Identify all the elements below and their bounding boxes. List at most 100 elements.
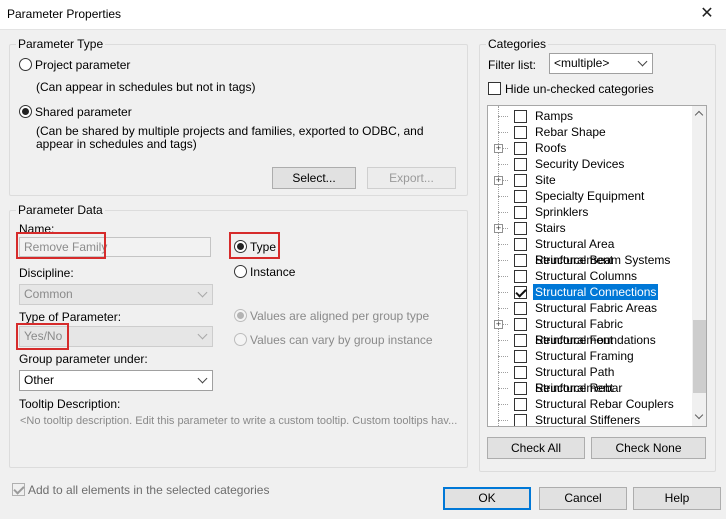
category-checkbox[interactable] <box>514 270 527 283</box>
category-label[interactable]: Structural Connections <box>533 284 659 300</box>
category-checkbox[interactable] <box>514 110 527 123</box>
vary-by-instance-label[interactable]: Values can vary by group instance <box>250 333 433 347</box>
expand-plus-icon[interactable]: + <box>494 320 503 329</box>
category-row[interactable]: Structural Columns <box>488 268 692 284</box>
category-row[interactable]: Structural Foundations <box>488 332 692 348</box>
cancel-button[interactable]: Cancel <box>539 487 627 510</box>
instance-radio[interactable] <box>234 265 247 278</box>
category-checkbox[interactable] <box>514 254 527 267</box>
categories-scrollbar[interactable] <box>692 106 706 426</box>
category-row[interactable]: Security Devices <box>488 156 692 172</box>
category-row[interactable]: Rebar Shape <box>488 124 692 140</box>
category-checkbox[interactable] <box>514 286 527 299</box>
filter-list-label: Filter list: <box>488 58 536 72</box>
tree-connector <box>498 340 508 341</box>
close-icon[interactable]: ✕ <box>695 4 719 24</box>
category-row[interactable]: + Roofs <box>488 140 692 156</box>
instance-radio-label[interactable]: Instance <box>250 265 295 279</box>
category-label[interactable]: Ramps <box>533 108 575 124</box>
tooltip-description-value[interactable]: <No tooltip description. Edit this param… <box>20 415 462 427</box>
aligned-per-group-label[interactable]: Values are aligned per group type <box>250 309 429 323</box>
category-label[interactable]: Roofs <box>533 140 568 156</box>
category-label[interactable]: Site <box>533 172 558 188</box>
category-checkbox[interactable] <box>514 142 527 155</box>
add-to-all-checkbox[interactable] <box>12 483 25 496</box>
expand-plus-icon[interactable]: + <box>494 176 503 185</box>
add-to-all-label[interactable]: Add to all elements in the selected cate… <box>28 483 269 497</box>
category-label[interactable]: Sprinklers <box>533 204 590 220</box>
category-label[interactable]: Structural Rebar Couplers <box>533 396 676 412</box>
aligned-per-group-radio[interactable] <box>234 309 247 322</box>
project-parameter-label[interactable]: Project parameter <box>35 58 130 72</box>
chevron-down-icon <box>197 329 208 340</box>
hide-unchecked-checkbox[interactable] <box>488 82 501 95</box>
tree-connector <box>498 212 508 213</box>
category-checkbox[interactable] <box>514 174 527 187</box>
category-label[interactable]: Structural Rebar <box>533 380 624 396</box>
category-row[interactable]: + Stairs <box>488 220 692 236</box>
category-label[interactable]: Specialty Equipment <box>533 188 646 204</box>
category-label[interactable]: Structural Beam Systems <box>533 252 672 268</box>
scroll-up-icon[interactable] <box>694 110 704 120</box>
category-label[interactable]: Security Devices <box>533 156 626 172</box>
category-row[interactable]: Structural Path Reinforcement <box>488 364 692 395</box>
check-none-button[interactable]: Check None <box>591 437 706 459</box>
category-checkbox[interactable] <box>514 238 527 251</box>
shared-parameter-radio[interactable] <box>19 105 32 118</box>
category-checkbox[interactable] <box>514 190 527 203</box>
parameter-data-label: Parameter Data <box>16 203 105 217</box>
category-checkbox[interactable] <box>514 366 527 379</box>
shared-parameter-description-2: appear in schedules and tags) <box>36 137 197 151</box>
scroll-down-icon[interactable] <box>694 410 704 420</box>
category-label[interactable]: Structural Columns <box>533 268 639 284</box>
category-row[interactable]: Structural Stiffeners <box>488 412 692 426</box>
export-button[interactable]: Export... <box>367 167 456 189</box>
category-row[interactable]: Structural Fabric Areas <box>488 300 692 316</box>
category-row[interactable]: Structural Connections <box>488 284 692 300</box>
select-button[interactable]: Select... <box>272 167 356 189</box>
category-checkbox[interactable] <box>514 126 527 139</box>
hide-unchecked-label[interactable]: Hide un-checked categories <box>505 82 654 96</box>
filter-list-select[interactable]: <multiple> <box>549 53 653 74</box>
categories-tree[interactable]: Ramps Rebar Shape + Roofs Security Devices + S… <box>487 105 707 427</box>
category-row[interactable]: Specialty Equipment <box>488 188 692 204</box>
category-label[interactable]: Rebar Shape <box>533 124 608 140</box>
category-checkbox[interactable] <box>514 350 527 363</box>
category-checkbox[interactable] <box>514 334 527 347</box>
category-checkbox[interactable] <box>514 318 527 331</box>
group-parameter-select[interactable]: Other <box>19 370 213 391</box>
category-row[interactable]: + Site <box>488 172 692 188</box>
category-row[interactable]: + Structural Fabric Reinforcement <box>488 316 692 347</box>
category-label[interactable]: Structural Fabric Areas <box>533 300 659 316</box>
help-button[interactable]: Help <box>633 487 721 510</box>
category-row[interactable]: Structural Rebar <box>488 380 692 396</box>
category-checkbox[interactable] <box>514 302 527 315</box>
expand-plus-icon[interactable]: + <box>494 224 503 233</box>
category-checkbox[interactable] <box>514 398 527 411</box>
category-checkbox[interactable] <box>514 158 527 171</box>
type-highlight <box>229 232 280 259</box>
category-label[interactable]: Stairs <box>533 220 568 236</box>
category-checkbox[interactable] <box>514 382 527 395</box>
category-row[interactable]: Structural Area Reinforcement <box>488 236 692 267</box>
project-parameter-radio[interactable] <box>19 58 32 71</box>
check-all-button[interactable]: Check All <box>487 437 585 459</box>
discipline-select[interactable]: Common <box>19 284 213 305</box>
category-row[interactable]: Structural Rebar Couplers <box>488 396 692 412</box>
shared-parameter-label[interactable]: Shared parameter <box>35 105 132 119</box>
category-row[interactable]: Sprinklers <box>488 204 692 220</box>
category-label[interactable]: Structural Stiffeners <box>533 412 642 426</box>
category-checkbox[interactable] <box>514 414 527 426</box>
ok-button[interactable]: OK <box>443 487 531 510</box>
scroll-thumb[interactable] <box>693 320 706 393</box>
tree-connector <box>498 116 508 117</box>
category-row[interactable]: Ramps <box>488 108 692 124</box>
category-row[interactable]: Structural Framing <box>488 348 692 364</box>
category-label[interactable]: Structural Foundations <box>533 332 658 348</box>
vary-by-instance-radio[interactable] <box>234 333 247 346</box>
category-checkbox[interactable] <box>514 206 527 219</box>
category-row[interactable]: Structural Beam Systems <box>488 252 692 268</box>
expand-plus-icon[interactable]: + <box>494 144 503 153</box>
category-label[interactable]: Structural Framing <box>533 348 636 364</box>
category-checkbox[interactable] <box>514 222 527 235</box>
